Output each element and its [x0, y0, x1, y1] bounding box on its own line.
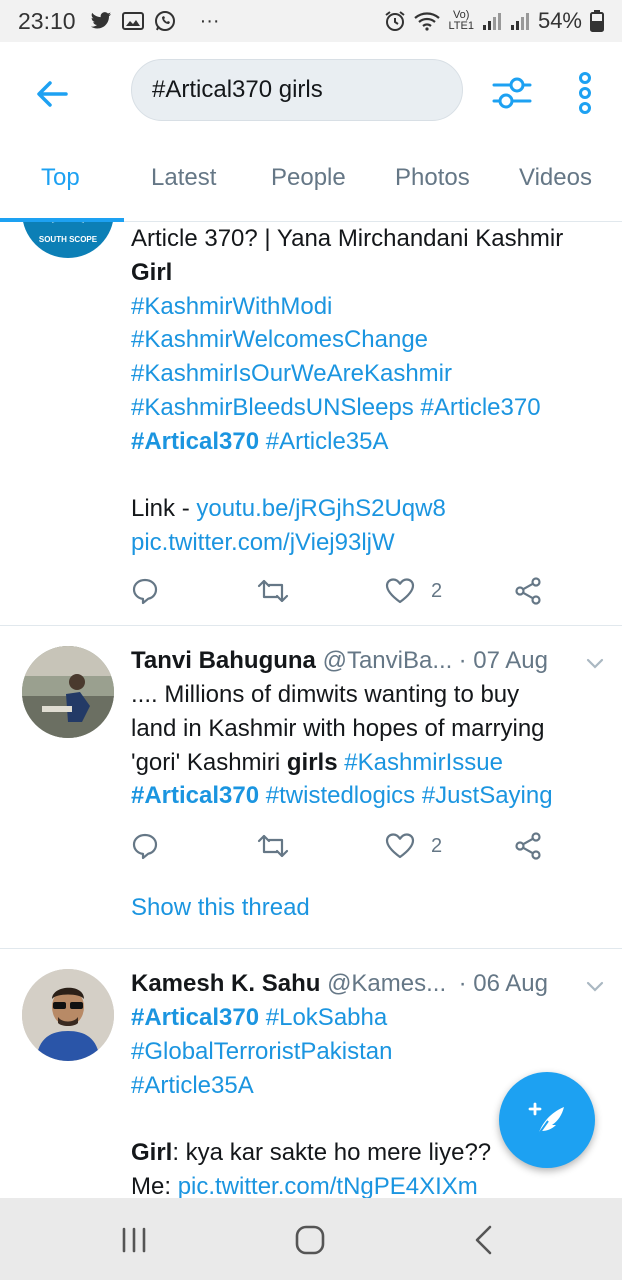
back-chevron-icon	[475, 1225, 492, 1255]
recent-apps-button[interactable]	[114, 1220, 154, 1260]
search-input[interactable]: #Artical370 girls	[131, 59, 463, 121]
status-time: 23:10	[18, 7, 76, 34]
author-handle[interactable]: @Kames...	[327, 970, 446, 997]
hashtag[interactable]: #KashmirBleedsUNSleeps	[131, 394, 414, 421]
hashtag[interactable]: #KashmirWithModi	[131, 290, 606, 324]
like-button[interactable]: 2	[385, 571, 442, 611]
twitter-notification-icon	[90, 12, 111, 29]
search-tabs: Top Latest People Photos Videos	[0, 140, 622, 222]
reply-button[interactable]	[131, 571, 159, 611]
battery-percent: 54%	[537, 8, 582, 33]
author-name[interactable]: Tanvi Bahuguna	[131, 647, 316, 674]
hashtag[interactable]: #KashmirIsOurWeAreKashmir	[131, 357, 606, 391]
arrow-left-icon	[37, 81, 68, 107]
tab-videos[interactable]: Videos	[519, 164, 592, 192]
tweet-actions: 2	[131, 826, 601, 866]
back-button[interactable]	[30, 72, 74, 116]
status-bar: 23:10 ··· Vo) LTE1 54%	[0, 0, 622, 42]
more-notifications-icon: ···	[199, 9, 220, 32]
heart-icon	[385, 578, 415, 604]
hashtag[interactable]: #LokSabha	[266, 1004, 387, 1031]
search-results-feed[interactable]: SOUTH SCOPE Article 370? | Yana Mirchand…	[0, 222, 622, 1198]
retweet-button[interactable]	[256, 571, 290, 611]
tab-photos[interactable]: Photos	[395, 164, 470, 192]
youtube-link[interactable]: youtu.be/jRGjhS2Uqw8	[196, 495, 445, 522]
tweet-header: Kamesh K. Sahu @Kames... · 06 Aug	[131, 969, 606, 999]
like-count: 2	[431, 579, 443, 602]
tweet-actions: 2	[131, 571, 601, 611]
hashtag[interactable]: #KashmirWelcomesChange	[131, 323, 606, 357]
pic-link[interactable]: pic.twitter.com/jViej93ljW	[131, 526, 606, 560]
hashtag[interactable]: #twistedlogics #JustSaying	[266, 782, 553, 809]
battery-icon	[590, 10, 604, 32]
tab-top[interactable]: Top	[41, 164, 80, 192]
feather-plus-icon	[528, 1102, 564, 1136]
hashtag[interactable]: #Article370	[420, 394, 540, 421]
tweet-text: .... Millions of dimwits wanting to buy …	[131, 681, 553, 810]
hashtag[interactable]: #Article35A	[266, 428, 389, 455]
gallery-notification-icon	[121, 12, 144, 30]
home-button[interactable]	[290, 1220, 330, 1260]
author-handle[interactable]: @TanviBa...	[323, 647, 453, 674]
tweet-text: Article 370? | Yana Mirchandani Kashmir …	[131, 222, 606, 560]
profile-photo-icon	[22, 646, 114, 738]
svg-text:SOUTH SCOPE: SOUTH SCOPE	[39, 235, 98, 244]
retweet-icon	[257, 834, 289, 858]
tab-people[interactable]: People	[271, 164, 346, 192]
tweet-2[interactable]: Tanvi Bahuguna @TanviBa... · 07 Aug ....…	[0, 626, 622, 949]
reply-icon	[132, 578, 158, 605]
reply-button[interactable]	[131, 826, 159, 866]
tweet-1[interactable]: SOUTH SCOPE Article 370? | Yana Mirchand…	[0, 222, 622, 626]
signal-icon-1	[482, 13, 501, 30]
share-icon	[515, 832, 541, 860]
like-button[interactable]: 2	[385, 826, 442, 866]
lte-indicator: Vo) LTE1	[448, 9, 474, 32]
hashtag[interactable]: #Artical370	[131, 1004, 259, 1031]
heart-icon	[385, 833, 415, 859]
hashtag[interactable]: #Artical370	[131, 782, 259, 809]
tweet-header: Tanvi Bahuguna @TanviBa... · 07 Aug	[131, 646, 606, 676]
tweet-date: · 06 Aug	[458, 970, 548, 997]
search-query: #Artical370 girls	[152, 76, 323, 103]
chevron-down-icon[interactable]	[584, 652, 606, 674]
reply-icon	[132, 833, 158, 860]
show-thread-link[interactable]: Show this thread	[131, 894, 310, 922]
retweet-icon	[257, 579, 289, 603]
back-nav-button[interactable]	[464, 1220, 504, 1260]
alarm-icon	[385, 11, 406, 31]
tweet-date: · 07 Aug	[458, 647, 548, 674]
hashtag[interactable]: #KashmirIssue	[344, 749, 503, 776]
share-button[interactable]	[513, 826, 543, 866]
chevron-down-icon[interactable]	[584, 975, 606, 997]
author-name[interactable]: Kamesh K. Sahu	[131, 970, 320, 997]
hashtag[interactable]: #GlobalTerroristPakistan	[131, 1035, 606, 1069]
avatar[interactable]	[22, 646, 114, 738]
avatar[interactable]	[22, 969, 114, 1061]
share-button[interactable]	[513, 571, 543, 611]
hashtag[interactable]: #Artical370	[131, 428, 259, 455]
more-options-button[interactable]	[570, 69, 600, 119]
vertical-ellipsis-icon	[579, 72, 591, 114]
home-icon	[295, 1225, 325, 1255]
signal-icon-2	[510, 13, 529, 30]
like-count: 2	[431, 834, 443, 857]
tab-latest[interactable]: Latest	[151, 164, 216, 192]
south-scope-logo-icon: SOUTH SCOPE	[39, 222, 98, 244]
profile-photo-icon	[22, 969, 114, 1061]
retweet-button[interactable]	[256, 826, 290, 866]
compose-tweet-button[interactable]	[499, 1072, 595, 1168]
avatar[interactable]: SOUTH SCOPE	[22, 222, 114, 258]
link-label: Link -	[131, 495, 197, 523]
recent-apps-icon	[122, 1227, 146, 1253]
whatsapp-notification-icon	[154, 11, 175, 31]
search-filter-button[interactable]	[490, 71, 534, 115]
sliders-icon	[492, 77, 532, 109]
app-bar: #Artical370 girls	[0, 42, 622, 140]
wifi-icon	[414, 12, 441, 31]
share-icon	[515, 577, 541, 605]
pic-link[interactable]: pic.twitter.com/tNgPE4XIXm	[178, 1173, 478, 1198]
system-nav-bar	[0, 1198, 622, 1280]
